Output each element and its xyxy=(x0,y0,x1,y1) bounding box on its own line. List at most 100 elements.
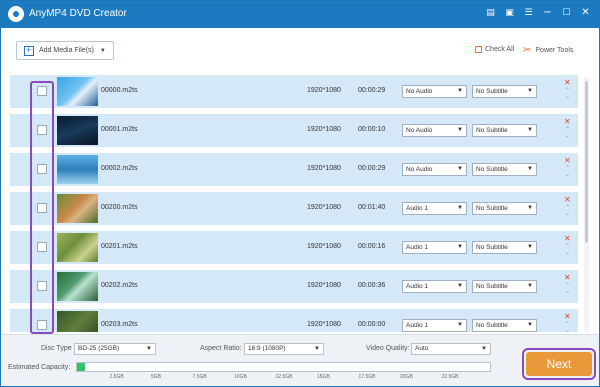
video-thumbnail[interactable] xyxy=(57,116,98,145)
aspect-ratio-label: Aspect Ratio: xyxy=(200,345,242,352)
audio-track-select[interactable]: No Audio ▼ xyxy=(402,85,467,98)
reorder-icon[interactable]: ⌃ ⌄ xyxy=(565,205,570,217)
video-quality-select[interactable]: Auto ▼ xyxy=(411,343,491,355)
chevron-down-icon: ▼ xyxy=(146,346,152,352)
video-thumbnail[interactable] xyxy=(57,77,98,106)
delete-icon[interactable]: ✕ xyxy=(564,234,571,243)
delete-icon[interactable]: ✕ xyxy=(564,78,571,87)
power-tools-button[interactable]: ✂ Power Tools xyxy=(523,45,573,56)
app-logo-icon xyxy=(8,6,24,22)
toolbar: Add Media File(s) ▼ Check All ✂ Power To… xyxy=(1,28,599,72)
delete-icon[interactable]: ✕ xyxy=(564,273,571,282)
disc-type-label: Disc Type xyxy=(41,345,72,352)
aspect-ratio-select[interactable]: 16:9 (1080P) ▼ xyxy=(244,343,324,355)
minimize-icon[interactable]: − xyxy=(542,7,553,19)
reorder-icon[interactable]: ⌃ ⌄ xyxy=(565,244,570,256)
chevron-down-icon: ▼ xyxy=(527,283,533,289)
file-name: 00002.m2ts xyxy=(101,165,138,172)
reorder-icon[interactable]: ⌃ ⌄ xyxy=(565,166,570,178)
delete-icon[interactable]: ✕ xyxy=(564,156,571,165)
menu-icon[interactable]: ☰ xyxy=(523,7,534,19)
file-duration: 00:00:29 xyxy=(358,165,386,172)
video-thumbnail[interactable] xyxy=(57,155,98,184)
subtitle-select[interactable]: No Subtitle ▼ xyxy=(472,202,537,215)
file-row[interactable]: 00001.m2ts 1920*1080 00:00:10 No Audio ▼ No S… xyxy=(10,114,578,147)
next-button[interactable]: Next xyxy=(526,352,592,376)
delete-icon[interactable]: ✕ xyxy=(564,312,571,321)
app-title: AnyMP4 DVD Creator xyxy=(29,8,127,19)
capacity-tick-label: 12.5GB xyxy=(275,374,293,380)
chevron-down-icon: ▼ xyxy=(457,205,463,211)
file-name: 00203.m2ts xyxy=(101,321,138,328)
file-name: 00200.m2ts xyxy=(101,204,138,211)
video-thumbnail[interactable] xyxy=(57,311,98,332)
file-list[interactable]: 00000.m2ts 1920*1080 00:00:29 No Audio ▼ No S… xyxy=(10,75,589,332)
subtitle-value: No Subtitle xyxy=(476,166,508,173)
file-duration: 00:00:29 xyxy=(358,87,386,94)
tools-icon: ✂ xyxy=(523,45,532,56)
subtitle-value: No Subtitle xyxy=(476,322,508,329)
power-tools-label: Power Tools xyxy=(535,47,574,54)
check-all-checkbox[interactable] xyxy=(475,46,482,53)
file-row[interactable]: 00002.m2ts 1920*1080 00:00:29 No Audio ▼ No S… xyxy=(10,153,578,186)
audio-track-select[interactable]: No Audio ▼ xyxy=(402,163,467,176)
file-row[interactable]: 00201.m2ts 1920*1080 00:00:16 Audio 1 ▼ No Su… xyxy=(10,231,578,264)
delete-icon[interactable]: ✕ xyxy=(564,195,571,204)
audio-track-select[interactable]: Audio 1 ▼ xyxy=(402,202,467,215)
subtitle-select[interactable]: No Subtitle ▼ xyxy=(472,319,537,332)
add-file-icon xyxy=(24,45,34,56)
chevron-down-icon: ▼ xyxy=(527,322,533,328)
maximize-icon[interactable]: ☐ xyxy=(561,7,572,19)
audio-track-select[interactable]: Audio 1 ▼ xyxy=(402,280,467,293)
subtitle-select[interactable]: No Subtitle ▼ xyxy=(472,241,537,254)
chevron-down-icon: ▼ xyxy=(457,283,463,289)
reorder-icon[interactable]: ⌃ ⌄ xyxy=(565,127,570,139)
subtitle-select[interactable]: No Subtitle ▼ xyxy=(472,124,537,137)
title-bar: AnyMP4 DVD Creator ▤ ▣ ☰ − ☐ ✕ xyxy=(1,1,599,28)
audio-track-value: No Audio xyxy=(406,166,433,173)
file-resolution: 1920*1080 xyxy=(307,87,341,94)
capacity-tick-label: 2.5GB xyxy=(109,374,124,380)
list-scrollbar[interactable] xyxy=(584,77,589,332)
reorder-icon[interactable]: ⌃ ⌄ xyxy=(565,322,570,333)
file-row[interactable]: 00203.m2ts 1920*1080 00:00:00 Audio 1 ▼ No Su… xyxy=(10,309,578,332)
file-row[interactable]: 00200.m2ts 1920*1080 00:01:40 Audio 1 ▼ No Su… xyxy=(10,192,578,225)
file-duration: 00:00:36 xyxy=(358,282,386,289)
bottom-panel: Disc Type BD-25 (25GB) ▼ Aspect Ratio: 1… xyxy=(1,334,599,386)
file-row[interactable]: 00000.m2ts 1920*1080 00:00:29 No Audio ▼ No S… xyxy=(10,75,578,108)
save-icon[interactable]: ▣ xyxy=(504,7,515,19)
audio-track-select[interactable]: No Audio ▼ xyxy=(402,124,467,137)
subtitle-select[interactable]: No Subtitle ▼ xyxy=(472,163,537,176)
scrollbar-thumb[interactable] xyxy=(585,81,588,243)
video-thumbnail[interactable] xyxy=(57,233,98,262)
reorder-icon[interactable]: ⌃ ⌄ xyxy=(565,88,570,100)
file-duration: 00:00:00 xyxy=(358,321,386,328)
chevron-down-icon: ▼ xyxy=(527,244,533,250)
chevron-down-icon[interactable]: ▼ xyxy=(100,48,106,54)
chevron-down-icon: ▼ xyxy=(314,346,320,352)
audio-track-select[interactable]: Audio 1 ▼ xyxy=(402,241,467,254)
add-media-button[interactable]: Add Media File(s) ▼ xyxy=(16,41,114,60)
subtitle-select[interactable]: No Subtitle ▼ xyxy=(472,85,537,98)
capacity-tick-label: 15GB xyxy=(317,374,330,380)
file-name: 00000.m2ts xyxy=(101,87,138,94)
video-thumbnail[interactable] xyxy=(57,272,98,301)
chevron-down-icon: ▼ xyxy=(457,127,463,133)
file-icon[interactable]: ▤ xyxy=(485,7,496,19)
file-resolution: 1920*1080 xyxy=(307,204,341,211)
check-all[interactable]: Check All xyxy=(475,46,514,53)
file-resolution: 1920*1080 xyxy=(307,243,341,250)
video-thumbnail[interactable] xyxy=(57,194,98,223)
subtitle-select[interactable]: No Subtitle ▼ xyxy=(472,280,537,293)
chevron-down-icon: ▼ xyxy=(457,88,463,94)
file-row[interactable]: 00202.m2ts 1920*1080 00:00:36 Audio 1 ▼ No Su… xyxy=(10,270,578,303)
delete-icon[interactable]: ✕ xyxy=(564,117,571,126)
chevron-down-icon: ▼ xyxy=(457,166,463,172)
audio-track-value: No Audio xyxy=(406,127,433,134)
capacity-tick-label: 22.5GB xyxy=(441,374,459,380)
audio-track-select[interactable]: Audio 1 ▼ xyxy=(402,319,467,332)
disc-type-select[interactable]: BD-25 (25GB) ▼ xyxy=(74,343,156,355)
chevron-down-icon: ▼ xyxy=(527,88,533,94)
close-icon[interactable]: ✕ xyxy=(580,7,591,19)
reorder-icon[interactable]: ⌃ ⌄ xyxy=(565,283,570,295)
